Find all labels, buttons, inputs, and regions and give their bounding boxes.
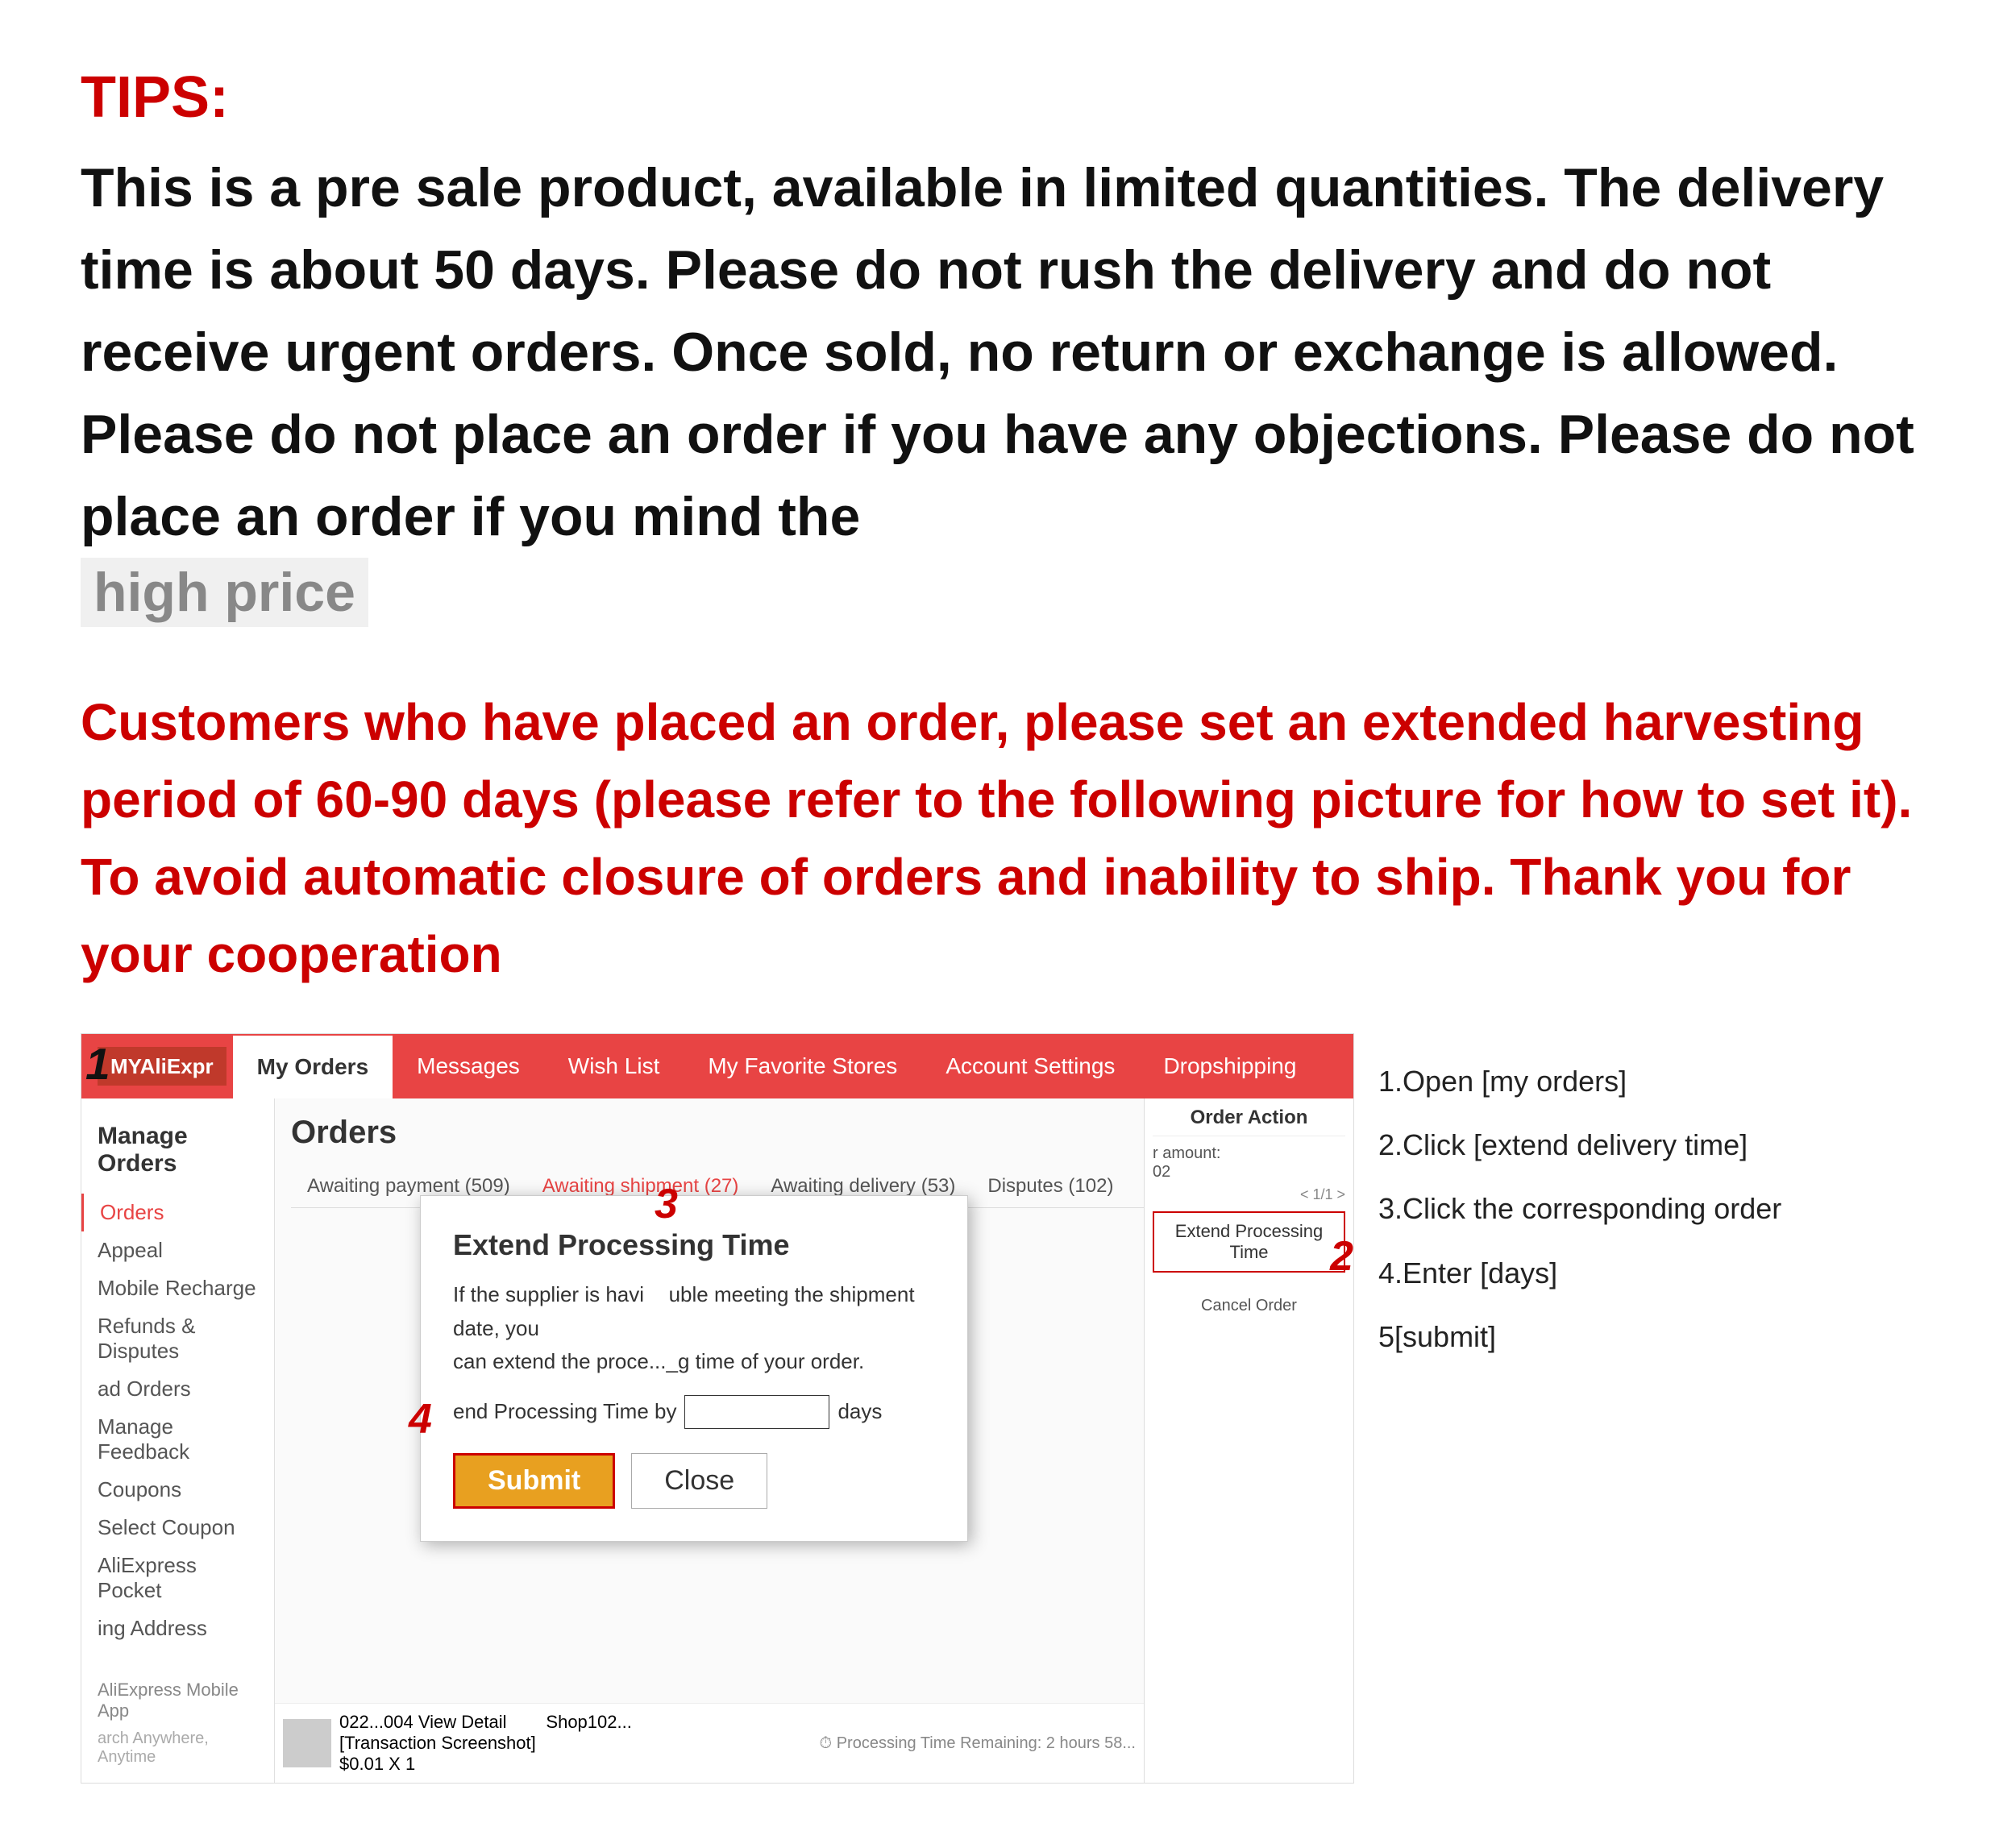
screenshot-area: 1 MYAliExpr My Orders Messages Wish List… [81,1033,1918,1784]
tips-body: This is a pre sale product, available in… [81,147,1918,558]
nav-dropshipping[interactable]: Dropshipping [1139,1034,1320,1098]
instruction-1: 1.Open [my orders] [1378,1049,1894,1113]
sidebar-select-coupon[interactable]: Select Coupon [81,1509,274,1547]
sidebar-feedback[interactable]: Manage Feedback [81,1408,274,1471]
order-row: 022...004 View Detail Shop102... [Transa… [275,1703,1144,1783]
amount-row: r amount:02 [1153,1144,1345,1181]
input-prefix-label: end Processing Time by [453,1399,676,1424]
sidebar-address[interactable]: ing Address [81,1609,274,1647]
instruction-2: 2.Click [extend delivery time] [1378,1113,1894,1177]
red-notice: Customers who have placed an order, plea… [81,683,1918,993]
order-id: 022...004 View Detail Shop102... [339,1712,632,1733]
step4-badge: 4 [409,1395,432,1443]
step1-badge: 1 [85,1038,110,1090]
days-label: days [837,1399,882,1424]
ali-header: 1 MYAliExpr My Orders Messages Wish List… [81,1034,1353,1098]
ali-logo: MYAliExpr [98,1047,226,1086]
step2-badge: 2 [1330,1232,1353,1281]
tips-section: TIPS: This is a pre sale product, availa… [81,64,1918,651]
close-button[interactable]: Close [631,1453,767,1509]
extend-modal: 3 Extend Processing Time If the supplier… [420,1195,968,1542]
nav-my-orders[interactable]: My Orders [233,1034,393,1098]
extend-btn-wrapper: Extend ProcessingTime 2 [1153,1211,1345,1273]
sidebar-ali-pocket[interactable]: AliExpress Pocket [81,1547,274,1609]
order-info: 022...004 View Detail Shop102... [Transa… [339,1712,632,1775]
sidebar-orders[interactable]: Orders [81,1194,274,1231]
sidebar-mobile-recharge[interactable]: Mobile Recharge [81,1269,274,1307]
tips-label: TIPS: [81,64,1918,131]
order-transaction: [Transaction Screenshot] [339,1733,632,1754]
sidebar-refunds[interactable]: Refunds & Disputes [81,1307,274,1370]
nav-wish-list[interactable]: Wish List [544,1034,684,1098]
tab-disputes[interactable]: Disputes (102) [971,1167,1129,1207]
sidebar-coupons[interactable]: Coupons [81,1471,274,1509]
instruction-3: 3.Click the corresponding order [1378,1177,1894,1240]
sidebar-title: Manage Orders [81,1115,274,1186]
modal-input-row: 4 end Processing Time by days [453,1395,935,1429]
extend-processing-button[interactable]: Extend ProcessingTime [1153,1211,1345,1273]
pagination: < 1/1 > [1153,1186,1345,1203]
ali-nav: My Orders Messages Wish List My Favorite… [233,1034,1321,1098]
processing-time: ⏱ Processing Time Remaining: 2 hours 58.… [820,1734,1136,1753]
nav-favorite-stores[interactable]: My Favorite Stores [684,1034,921,1098]
sidebar-ad-orders[interactable]: ad Orders [81,1370,274,1408]
ali-main: Orders Awaiting payment (509) Awaiting s… [275,1098,1353,1783]
page-container: TIPS: This is a pre sale product, availa… [81,64,1918,1784]
nav-messages[interactable]: Messages [393,1034,544,1098]
days-input[interactable] [684,1395,829,1429]
instruction-5: 5[submit] [1378,1305,1894,1368]
order-price: $0.01 X 1 [339,1754,632,1775]
aliexpress-ui: 1 MYAliExpr My Orders Messages Wish List… [81,1033,1354,1784]
order-action-title: Order Action [1153,1107,1345,1136]
sidebar-appeal[interactable]: Appeal [81,1231,274,1269]
cancel-order-label[interactable]: Cancel Order [1153,1297,1345,1315]
ali-footer-label: AliExpress Mobile App [81,1672,274,1730]
submit-button[interactable]: Submit [453,1453,615,1509]
high-price-text: high price [81,558,368,627]
amount-value: 02 [1153,1163,1170,1181]
modal-body: If the supplier is havi uble meeting the… [453,1278,935,1379]
instructions-panel: 1.Open [my orders] 2.Click [extend deliv… [1354,1033,1918,1784]
submit-wrapper: Submit [453,1453,615,1509]
ali-sidebar: Manage Orders Orders Appeal Mobile Recha… [81,1098,275,1783]
instruction-4: 4.Enter [days] [1378,1241,1894,1305]
step3-badge: 3 [655,1180,678,1228]
order-thumb [283,1719,331,1767]
nav-account-settings[interactable]: Account Settings [921,1034,1139,1098]
modal-buttons: Submit Close [453,1453,935,1509]
modal-title: Extend Processing Time [453,1228,935,1262]
order-action-panel: Order Action r amount:02 < 1/1 > Extend … [1144,1098,1353,1783]
ali-body: Manage Orders Orders Appeal Mobile Recha… [81,1098,1353,1783]
ali-footer-sub: arch Anywhere, Anytime [81,1730,274,1767]
